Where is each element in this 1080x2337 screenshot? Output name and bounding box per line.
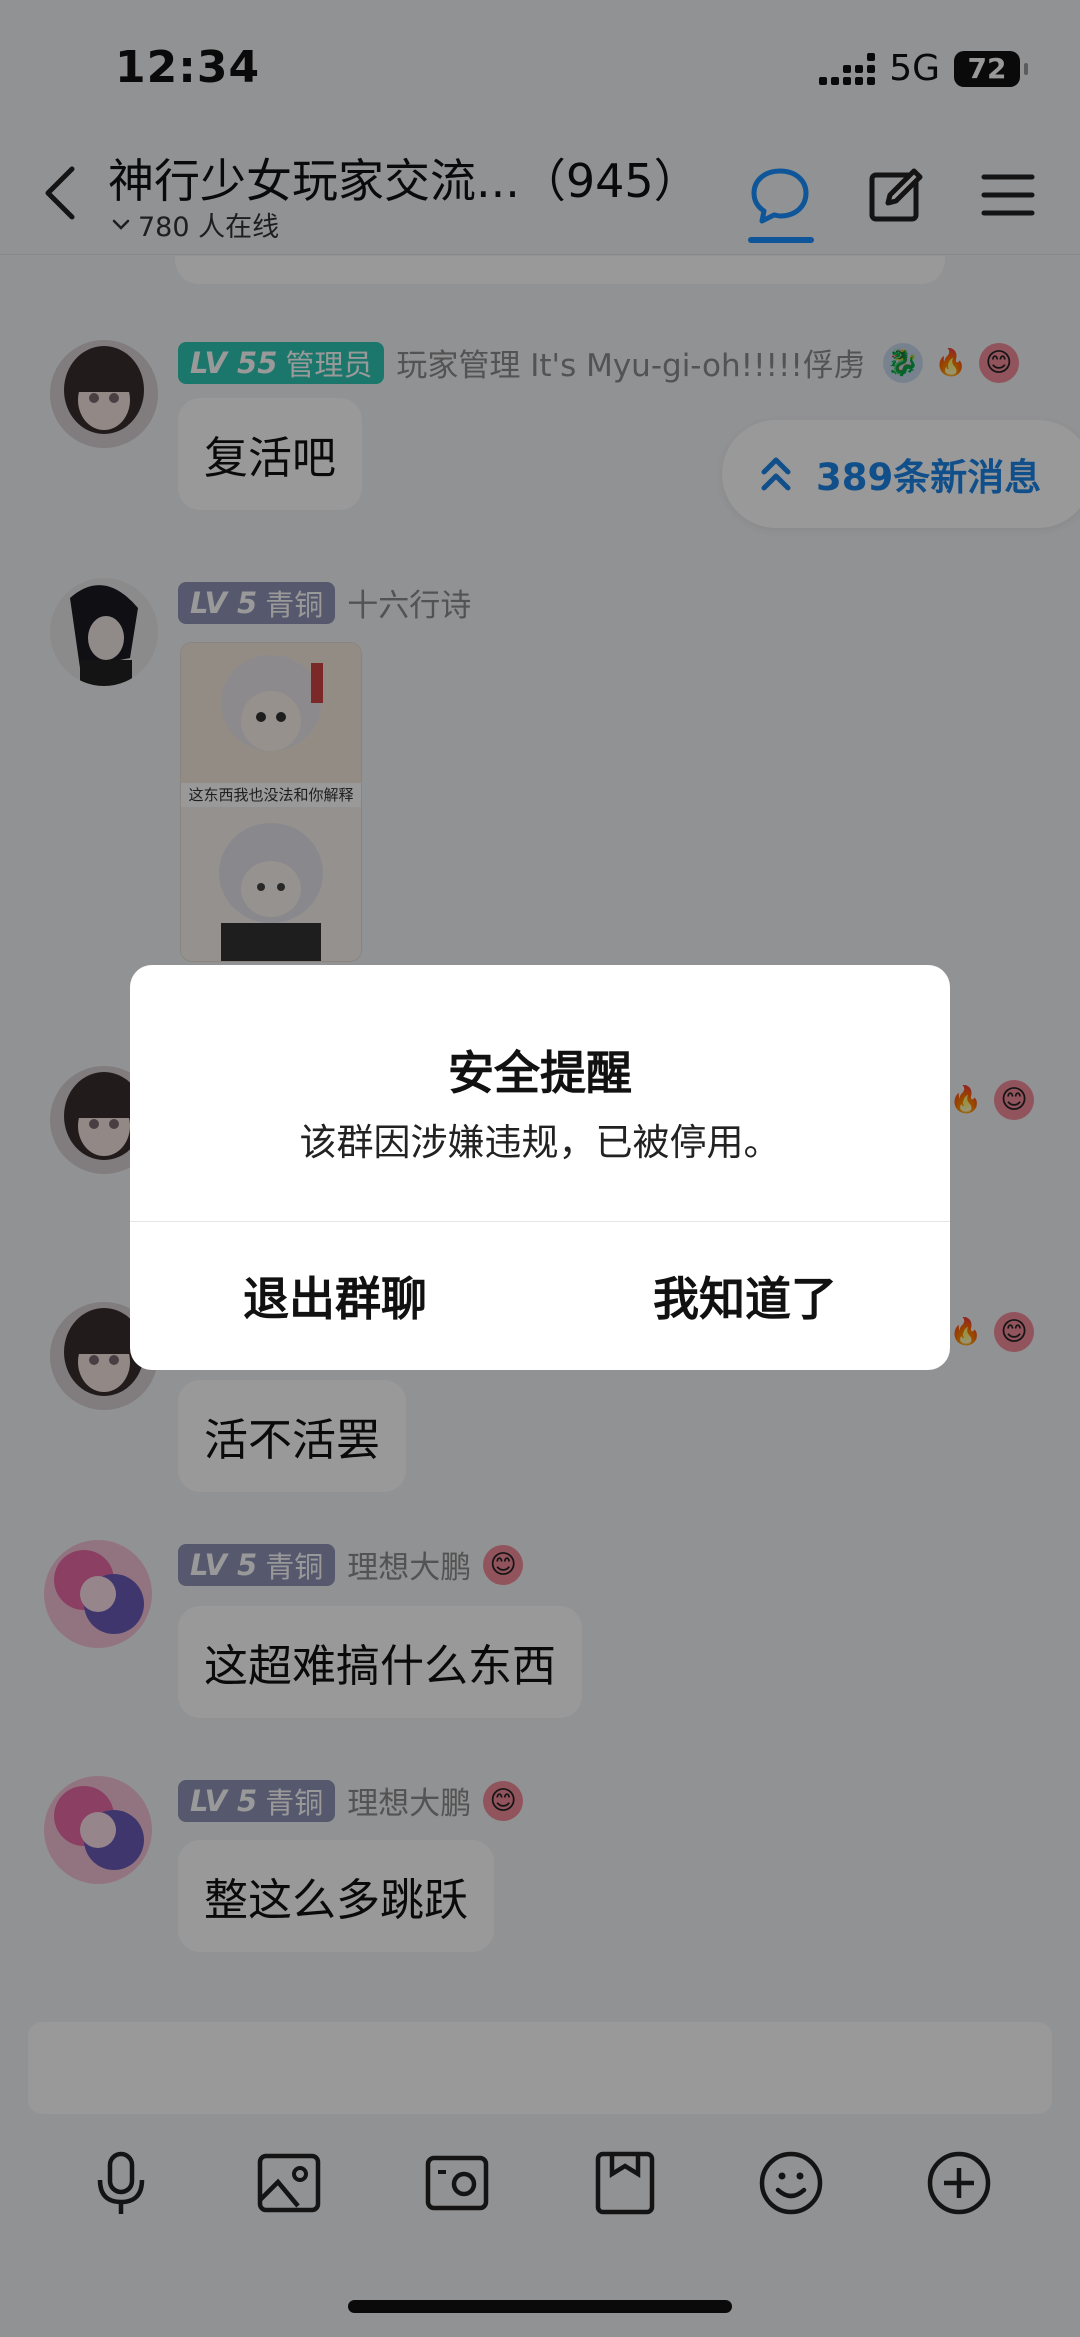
exit-group-button[interactable]: 退出群聊 xyxy=(130,1222,540,1370)
acknowledge-button[interactable]: 我知道了 xyxy=(540,1222,950,1370)
dialog-title: 安全提醒 xyxy=(448,1046,632,1100)
security-alert-dialog: 安全提醒 该群因涉嫌违规，已被停用。 退出群聊 我知道了 xyxy=(130,965,950,1370)
dialog-message: 该群因涉嫌违规，已被停用。 xyxy=(299,1121,781,1164)
